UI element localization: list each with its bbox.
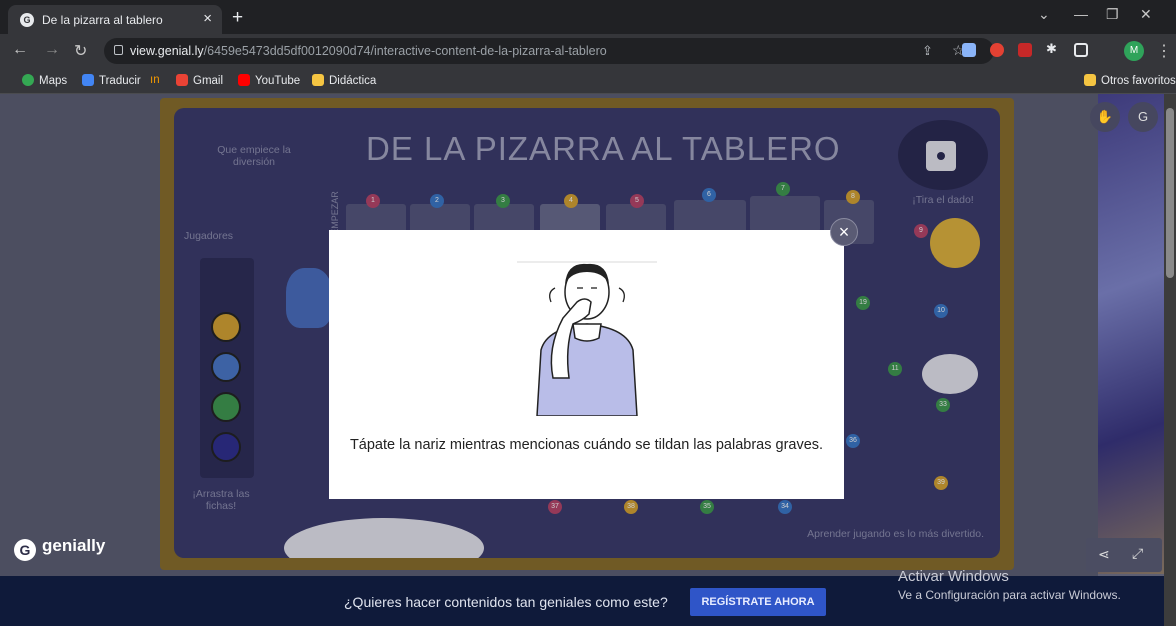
youtube-icon <box>238 74 250 86</box>
tp-extension-icon[interactable] <box>1018 43 1032 57</box>
lock-icon <box>114 45 123 55</box>
docs-extension-icon[interactable] <box>962 43 976 57</box>
browser-tab[interactable]: G De la pizarra al tablero × <box>8 5 222 34</box>
modal-instruction-text: Tápate la nariz mientras mencionas cuánd… <box>349 437 824 453</box>
side-panel-icon[interactable] <box>1074 43 1088 57</box>
windows-activation-title: Activar Windows <box>898 568 1009 585</box>
extensions-puzzle-icon[interactable]: ✱ <box>1046 41 1060 56</box>
close-window-button[interactable]: ✕ <box>1140 6 1152 23</box>
viewer-controls: ⋖ ⤢ <box>1086 538 1162 572</box>
profile-avatar[interactable]: M <box>1124 41 1144 61</box>
gmail-icon <box>176 74 188 86</box>
page-scrollbar[interactable] <box>1164 94 1176 626</box>
minimize-button[interactable]: — <box>1074 6 1088 22</box>
share-icon[interactable]: ⋖ <box>1098 546 1110 563</box>
share-icon[interactable]: ⇪ <box>922 43 933 59</box>
adblock-extension-icon[interactable] <box>990 43 1004 57</box>
genially-logo[interactable]: Ggenially <box>14 536 105 561</box>
bookmark-other-favorites[interactable]: Otros favoritos <box>1084 74 1176 87</box>
back-button[interactable]: ← <box>12 41 28 59</box>
person-covering-nose-illustration <box>517 261 657 416</box>
tab-title: De la pizarra al tablero <box>42 13 163 27</box>
bookmark-unnamed[interactable]: ın <box>150 74 160 86</box>
modal-close-button[interactable]: × <box>830 218 858 246</box>
address-bar[interactable]: view.genial.ly/6459e5473dd5df0012090d74/… <box>104 38 994 64</box>
bookmark-youtube[interactable]: YouTube <box>238 74 300 87</box>
url-text[interactable]: view.genial.ly/6459e5473dd5df0012090d74/… <box>130 44 607 58</box>
bookmark-maps[interactable]: Maps <box>22 74 67 87</box>
bookmarks-bar: Maps Traducir ın Gmail YouTube Didáctica… <box>0 68 1176 94</box>
hand-icon[interactable]: ✋ <box>1090 102 1120 132</box>
browser-toolbar: ← → ↻ view.genial.ly/6459e5473dd5df00120… <box>0 34 1176 68</box>
scrollbar-thumb[interactable] <box>1166 108 1174 278</box>
cta-text: ¿Quieres hacer contenidos tan geniales c… <box>344 594 668 610</box>
register-now-button[interactable]: REGÍSTRATE AHORA <box>690 588 826 616</box>
decorative-art-panel <box>1098 94 1164 574</box>
fullscreen-icon[interactable]: ⤢ <box>1132 545 1143 562</box>
tab-search-chevron-icon[interactable]: ⌄ <box>1038 6 1050 23</box>
close-tab-icon[interactable]: × <box>203 10 212 27</box>
modal-dialog: Tápate la nariz mientras mencionas cuánd… <box>329 230 844 499</box>
menu-dots-icon[interactable]: ⋮ <box>1156 41 1172 61</box>
reload-button[interactable]: ↻ <box>74 41 87 61</box>
genially-logo-icon: G <box>14 539 36 561</box>
bookmark-didactica[interactable]: Didáctica <box>312 74 376 87</box>
folder-icon <box>1084 74 1096 86</box>
folder-icon <box>312 74 324 86</box>
genially-favicon-icon: G <box>20 13 34 27</box>
bookmark-traducir[interactable]: Traducir <box>82 74 141 87</box>
new-tab-button[interactable]: + <box>232 7 243 29</box>
genially-action-icon[interactable]: G <box>1128 102 1158 132</box>
page-viewport: Que empiece la diversión DE LA PIZARRA A… <box>0 94 1176 626</box>
forward-button[interactable]: → <box>44 41 60 59</box>
maps-icon <box>22 74 34 86</box>
restore-button[interactable]: ❐ <box>1106 6 1119 23</box>
bookmark-gmail[interactable]: Gmail <box>176 74 223 87</box>
tab-strip: G De la pizarra al tablero × + ⌄ — ❐ ✕ <box>0 0 1176 34</box>
translate-icon <box>82 74 94 86</box>
windows-activation-subtitle: Ve a Configuración para activar Windows. <box>898 588 1121 602</box>
